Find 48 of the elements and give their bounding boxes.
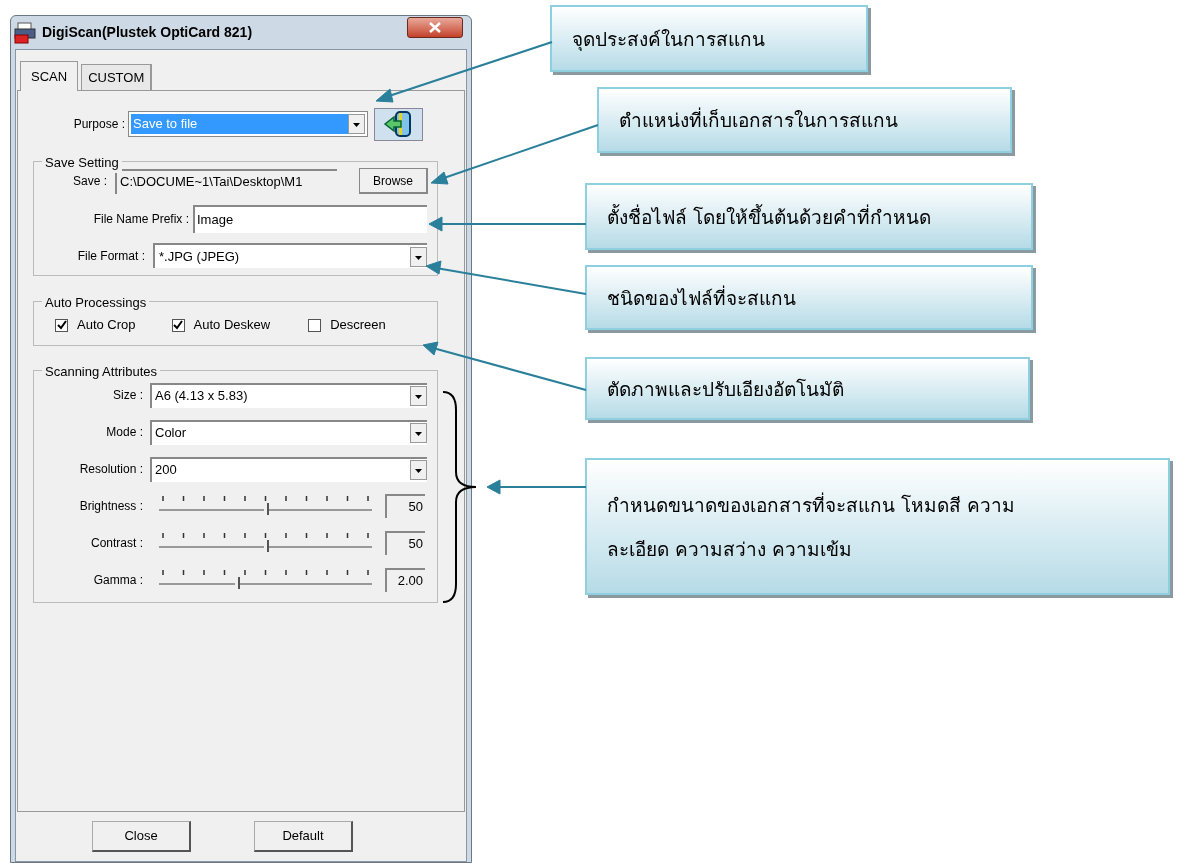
purpose-value: Save to file bbox=[131, 114, 348, 134]
save-label: Save : bbox=[71, 173, 107, 190]
purpose-label: Purpose : bbox=[72, 116, 126, 133]
format-dropdown[interactable]: *.JPG (JPEG) bbox=[153, 243, 427, 268]
checkbox[interactable] bbox=[55, 318, 68, 332]
scan-button[interactable] bbox=[374, 107, 423, 141]
checkbox-label: Auto Deskew bbox=[193, 316, 271, 335]
slider[interactable] bbox=[158, 568, 373, 592]
dropdown[interactable]: A6 (4.13 x 5.83) bbox=[150, 382, 427, 408]
checkbox-label: Auto Crop bbox=[77, 316, 136, 335]
dropdown-value: Color bbox=[154, 424, 188, 443]
tab[interactable]: CUSTOM bbox=[81, 64, 153, 90]
close-icon bbox=[429, 22, 441, 33]
field-label: Resolution : bbox=[78, 461, 143, 478]
prefix-field[interactable]: Image bbox=[193, 205, 427, 233]
callout-text: ชนิดของไฟล์ที่จะสแกน bbox=[607, 284, 796, 311]
window-title: DigiScan(Plustek OptiCard 821) bbox=[42, 23, 253, 42]
slider[interactable] bbox=[158, 531, 373, 555]
dropdown-value: 200 bbox=[154, 461, 178, 480]
prefix-label: File Name Prefix : bbox=[92, 211, 189, 228]
field-label: Contrast : bbox=[89, 535, 143, 552]
checkbox[interactable] bbox=[171, 318, 185, 332]
field-label: Gamma : bbox=[92, 572, 143, 589]
dialog-button[interactable]: Default bbox=[254, 821, 353, 852]
callout-text: ตัดภาพและปรับเอียงอัตโนมัติ bbox=[607, 376, 844, 402]
value-field[interactable]: 50 bbox=[385, 494, 425, 518]
field-label: Mode : bbox=[105, 424, 143, 441]
format-label: File Format : bbox=[76, 247, 145, 265]
callout-text: ตั้งชื่อไฟล์ โดยให้ขึ้นต้นด้วยคำที่กำหนด bbox=[607, 203, 932, 230]
close-button[interactable] bbox=[407, 17, 463, 38]
field-label: Size : bbox=[112, 387, 143, 404]
callout-text: กำหนดขนาดของเอกสารที่จะสแกน โหมดสี ความ ละเอียด ความสว่าง ความเข้ม bbox=[607, 491, 1016, 562]
field-label: Brightness : bbox=[78, 498, 143, 515]
checkbox[interactable] bbox=[308, 318, 322, 332]
printer-icon bbox=[14, 21, 36, 44]
slider[interactable] bbox=[158, 494, 373, 518]
dropdown[interactable]: 200 bbox=[150, 456, 427, 482]
dropdown[interactable]: Color bbox=[150, 419, 427, 445]
dropdown-value: A6 (4.13 x 5.83) bbox=[154, 387, 249, 406]
callout-text: ตำแหน่งที่เก็บเอกสารในการสแกน bbox=[619, 106, 898, 133]
value-field[interactable]: 2.00 bbox=[385, 568, 425, 592]
dialog-button[interactable]: Close bbox=[92, 821, 191, 852]
value-field[interactable]: 50 bbox=[385, 531, 425, 555]
callout-text: จุดประสงค์ในการสแกน bbox=[572, 26, 765, 53]
checkbox-label: Descreen bbox=[330, 316, 386, 335]
format-value: *.JPG (JPEG) bbox=[158, 247, 241, 266]
tab[interactable]: SCAN bbox=[20, 61, 79, 91]
browse-button[interactable]: Browse bbox=[359, 168, 428, 194]
